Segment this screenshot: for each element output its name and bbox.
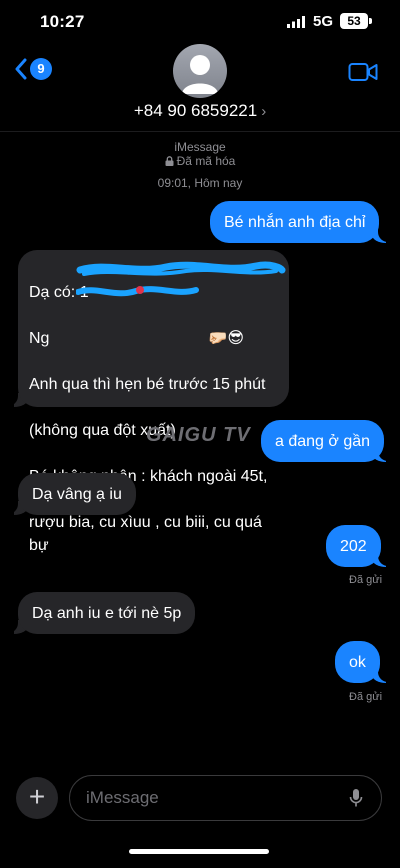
message-bubble-outgoing[interactable]: 202	[326, 525, 381, 567]
person-silhouette-icon	[182, 55, 218, 94]
unread-badge: 9	[30, 58, 52, 80]
back-button[interactable]: 9	[14, 58, 52, 80]
chevron-left-icon	[15, 58, 27, 80]
message-bubble-incoming[interactable]: Dạ vâng ạ iu	[18, 473, 136, 515]
thread-timestamp: 09:01, Hôm nay	[157, 176, 243, 190]
contact-number: +84 90 6859221	[133, 101, 258, 120]
message-bubble-outgoing[interactable]: Bé nhắn anh địa chỉ	[210, 201, 380, 243]
service-label: iMessage	[174, 140, 226, 154]
video-camera-icon[interactable]	[348, 62, 378, 82]
network-type: 5G	[313, 13, 334, 30]
delivery-status: Đã gửi	[349, 691, 383, 703]
microphone-icon[interactable]	[349, 788, 363, 808]
message-line: rượu bia, cu xìuu , cu biii, cu quá bự	[29, 514, 262, 554]
encryption-label: Đã mã hóa	[0, 154, 400, 168]
message-line: Ng 🤛🏻😎	[29, 330, 245, 347]
contact-avatar[interactable]	[173, 44, 227, 98]
message-line: Anh qua thì hẹn bé trước 15 phút	[29, 376, 266, 393]
cellular-signal-icon	[287, 16, 305, 28]
watermark: GAIGU TV	[146, 424, 251, 446]
battery-level: 53	[347, 14, 361, 28]
header-divider	[0, 131, 400, 132]
contact-name[interactable]: +84 90 6859221 ›	[0, 101, 400, 121]
message-bubble-incoming[interactable]: Dạ có: 1 Ng 🤛🏻😎 Anh qua thì hẹn bé trước …	[18, 250, 289, 554]
plus-icon: +	[28, 781, 46, 812]
message-bubble-outgoing[interactable]: a đang ở gần	[261, 420, 385, 462]
delivery-status: Đã gửi	[349, 574, 383, 586]
encryption-text: Đã mã hóa	[176, 154, 236, 168]
home-indicator[interactable]	[129, 849, 269, 854]
chevron-right-icon: ›	[261, 103, 267, 120]
lock-icon	[165, 156, 174, 166]
status-time: 10:27	[40, 12, 85, 31]
emoji: 🤛🏻😎	[207, 330, 245, 347]
message-line: Dạ có: 1	[29, 284, 89, 301]
battery-icon: 53	[340, 13, 368, 29]
battery-tip	[369, 18, 372, 24]
message-bubble-outgoing[interactable]: ok	[335, 641, 380, 683]
add-attachment-button[interactable]: +	[16, 777, 58, 819]
message-input[interactable]: iMessage	[69, 775, 382, 821]
message-input-placeholder: iMessage	[86, 788, 159, 807]
message-bubble-incoming[interactable]: Dạ anh iu e tới nè 5p	[18, 592, 196, 634]
